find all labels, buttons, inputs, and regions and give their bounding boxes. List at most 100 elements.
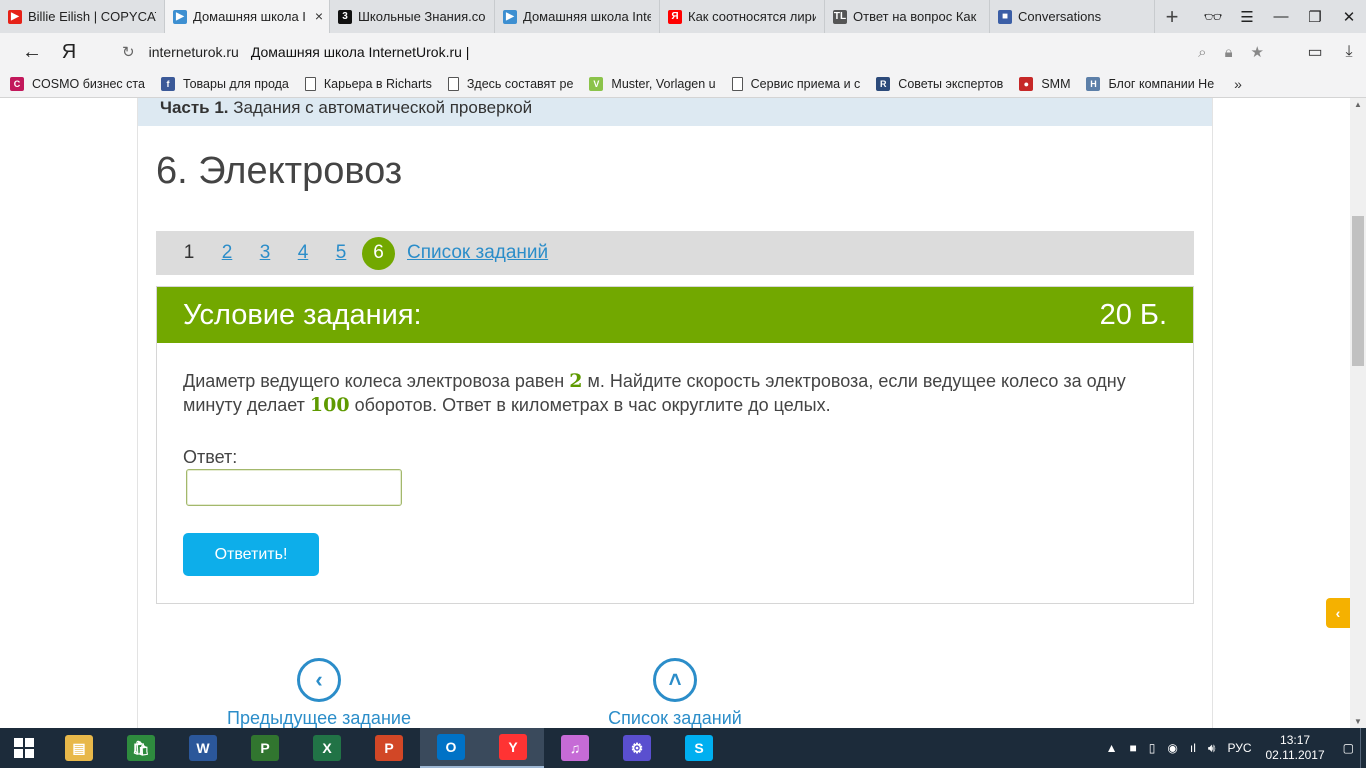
bookmark-item[interactable]: R Советы экспертов — [876, 77, 1003, 91]
tab-favicon-icon: 3 — [338, 9, 352, 24]
page-scrollbar[interactable]: ▲ ▼ — [1350, 98, 1366, 728]
taskbar-app-file-explorer[interactable]: ▤ — [48, 728, 110, 768]
bookmark-favicon-icon: H — [1086, 77, 1101, 91]
previous-task-label[interactable]: Предыдущее задание — [227, 708, 411, 728]
taskbar-app-yandex-browser[interactable]: Y — [482, 728, 544, 768]
pager-page-link[interactable]: 4 — [284, 242, 322, 264]
bookmark-star-icon[interactable]: ★ — [1251, 43, 1264, 61]
page-content: Часть 1. Задания с автоматической провер… — [137, 98, 1213, 728]
bookmark-item[interactable]: V Muster, Vorlagen u — [589, 77, 716, 91]
network-status-icon[interactable]: ◉ — [1167, 741, 1177, 755]
close-window-icon[interactable]: ✕ — [1332, 8, 1366, 26]
pager-current-page[interactable]: 6 — [362, 236, 395, 270]
bookmark-item[interactable]: C COSMO бизнес ста — [10, 77, 145, 91]
browser-tab[interactable]: ■ Conversations — [990, 0, 1155, 33]
clock-date: 02.11.2017 — [1265, 748, 1325, 762]
pager-page-link[interactable]: 5 — [322, 242, 360, 264]
scroll-down-icon[interactable]: ▼ — [1350, 717, 1366, 726]
side-panel-toggle-icon[interactable]: ‹ — [1326, 598, 1350, 628]
reload-icon[interactable]: ↻ — [122, 43, 135, 61]
answer-input[interactable] — [186, 469, 402, 506]
taskbar-app-powerpoint[interactable]: P — [358, 728, 420, 768]
yandex-logo-icon[interactable]: Я — [54, 41, 84, 64]
task-list-label[interactable]: Список заданий — [608, 708, 742, 728]
page-viewport: Часть 1. Задания с автоматической провер… — [0, 98, 1350, 728]
tab-favicon-icon: TL — [833, 9, 847, 24]
submit-answer-button[interactable]: Ответить! — [183, 533, 319, 576]
bookmarks-overflow-icon[interactable]: » — [1234, 76, 1242, 92]
tray-expand-icon[interactable]: ▲ — [1106, 741, 1118, 755]
browser-tab[interactable]: TL Ответ на вопрос Как — [825, 0, 990, 33]
project-icon: P — [251, 735, 279, 761]
browser-tab[interactable]: ▶ Billie Eilish | COPYCAT — [0, 0, 165, 33]
start-button[interactable] — [0, 728, 48, 768]
taskbar-app-itunes[interactable]: ♫ — [544, 728, 606, 768]
taskbar-app-excel[interactable]: X — [296, 728, 358, 768]
bookmark-favicon-icon: R — [876, 77, 891, 91]
clock[interactable]: 13:17 02.11.2017 — [1265, 733, 1324, 763]
pager-page-link[interactable]: 1 — [170, 242, 208, 264]
task-card-header: Условие задания: 20 Б. — [157, 287, 1193, 343]
pager-page-link[interactable]: 3 — [246, 242, 284, 264]
taskbar-app-store[interactable]: 🛍 — [110, 728, 172, 768]
wallpaper-icon[interactable]: ▭ — [1298, 42, 1332, 62]
minimize-icon[interactable]: — — [1264, 8, 1298, 25]
pager-page-link[interactable]: 2 — [208, 242, 246, 264]
part-description: Задания с автоматической проверкой — [233, 98, 533, 117]
nvidia-icon[interactable]: ■ — [1130, 741, 1137, 755]
tab-title: Billie Eilish | COPYCAT — [28, 9, 156, 24]
language-indicator[interactable]: РУС — [1227, 741, 1251, 755]
volume-icon[interactable]: 🔊︎ — [1208, 741, 1216, 756]
settings-icon: ⚙ — [623, 735, 651, 761]
bookmark-label: Сервис приема и с — [750, 77, 861, 91]
menu-icon[interactable]: ☰ — [1230, 8, 1264, 26]
browser-tab[interactable]: ▶ Домашняя школа Inte — [495, 0, 660, 33]
previous-task-link[interactable]: ‹ Предыдущее задание — [199, 658, 439, 728]
show-desktop-button[interactable] — [1360, 728, 1366, 768]
scrollbar-thumb[interactable] — [1352, 216, 1364, 366]
bookmark-label: Товары для прода — [182, 77, 289, 91]
task-title: 6. Электровоз — [156, 150, 403, 192]
part-number: Часть 1. — [160, 98, 229, 117]
new-tab-button[interactable]: + — [1155, 0, 1189, 33]
taskbar-app-skype[interactable]: S — [668, 728, 730, 768]
taskbar-app-project[interactable]: P — [234, 728, 296, 768]
scroll-up-icon[interactable]: ▲ — [1350, 100, 1366, 109]
pager-task-list-link[interactable]: Список заданий — [407, 242, 548, 264]
bookmark-item[interactable]: Карьера в Richarts — [304, 77, 432, 91]
bookmark-item[interactable]: f Товары для прода — [160, 77, 289, 91]
download-icon[interactable]: ⤓ — [1332, 43, 1366, 61]
wifi-icon[interactable]: ıl — [1190, 741, 1196, 755]
bookmark-item[interactable]: ● SMM — [1019, 77, 1070, 91]
bookmark-label: Советы экспертов — [898, 77, 1004, 91]
bookmark-favicon-icon: f — [160, 77, 175, 91]
tab-title: Conversations — [1018, 9, 1102, 24]
back-button[interactable]: ← — [10, 41, 54, 64]
browser-tab[interactable]: 3 Школьные Знания.co — [330, 0, 495, 33]
taskbar-app-word[interactable]: W — [172, 728, 234, 768]
task-condition-heading: Условие задания: — [183, 298, 422, 331]
bookmark-label: Здесь составят ре — [466, 77, 574, 91]
powerpoint-icon: P — [375, 735, 403, 761]
bookmark-item[interactable]: Сервис приема и с — [731, 77, 861, 91]
taskbar-app-outlook[interactable]: O — [420, 728, 482, 768]
notifications-icon[interactable]: ▢ — [1343, 741, 1354, 755]
restore-icon[interactable]: ❐ — [1298, 8, 1332, 26]
battery-icon[interactable]: ▯ — [1149, 741, 1156, 755]
system-tray: ▲ ■ ▯ ◉ ıl 🔊︎ РУС 13:17 02.11.2017 ▢ — [1100, 728, 1366, 768]
taskbar-app-settings[interactable]: ⚙ — [606, 728, 668, 768]
zoom-icon[interactable]: ⌕ — [1198, 44, 1206, 61]
url-field[interactable]: ↻ interneturok.ru Домашняя школа Interne… — [122, 37, 1282, 67]
bookmark-item[interactable]: H Блог компании Не — [1086, 77, 1214, 91]
chevron-left-icon[interactable]: ‹ — [297, 658, 341, 702]
task-list-link[interactable]: ˄ Список заданий — [555, 658, 795, 728]
browser-tab[interactable]: ▶ Домашняя школа I × — [165, 0, 330, 33]
chevron-up-icon[interactable]: ˄ — [653, 658, 697, 702]
bookmark-item[interactable]: Здесь составят ре — [447, 77, 574, 91]
close-tab-icon[interactable]: × — [315, 8, 323, 24]
lock-icon[interactable]: 🔒︎ — [1225, 44, 1233, 61]
browser-tab[interactable]: Я Как соотносятся лири — [660, 0, 825, 33]
page-icon — [447, 77, 459, 91]
bookmark-label: Блог компании Не — [1108, 77, 1215, 91]
incognito-icon[interactable]: 👓︎ — [1196, 8, 1230, 26]
